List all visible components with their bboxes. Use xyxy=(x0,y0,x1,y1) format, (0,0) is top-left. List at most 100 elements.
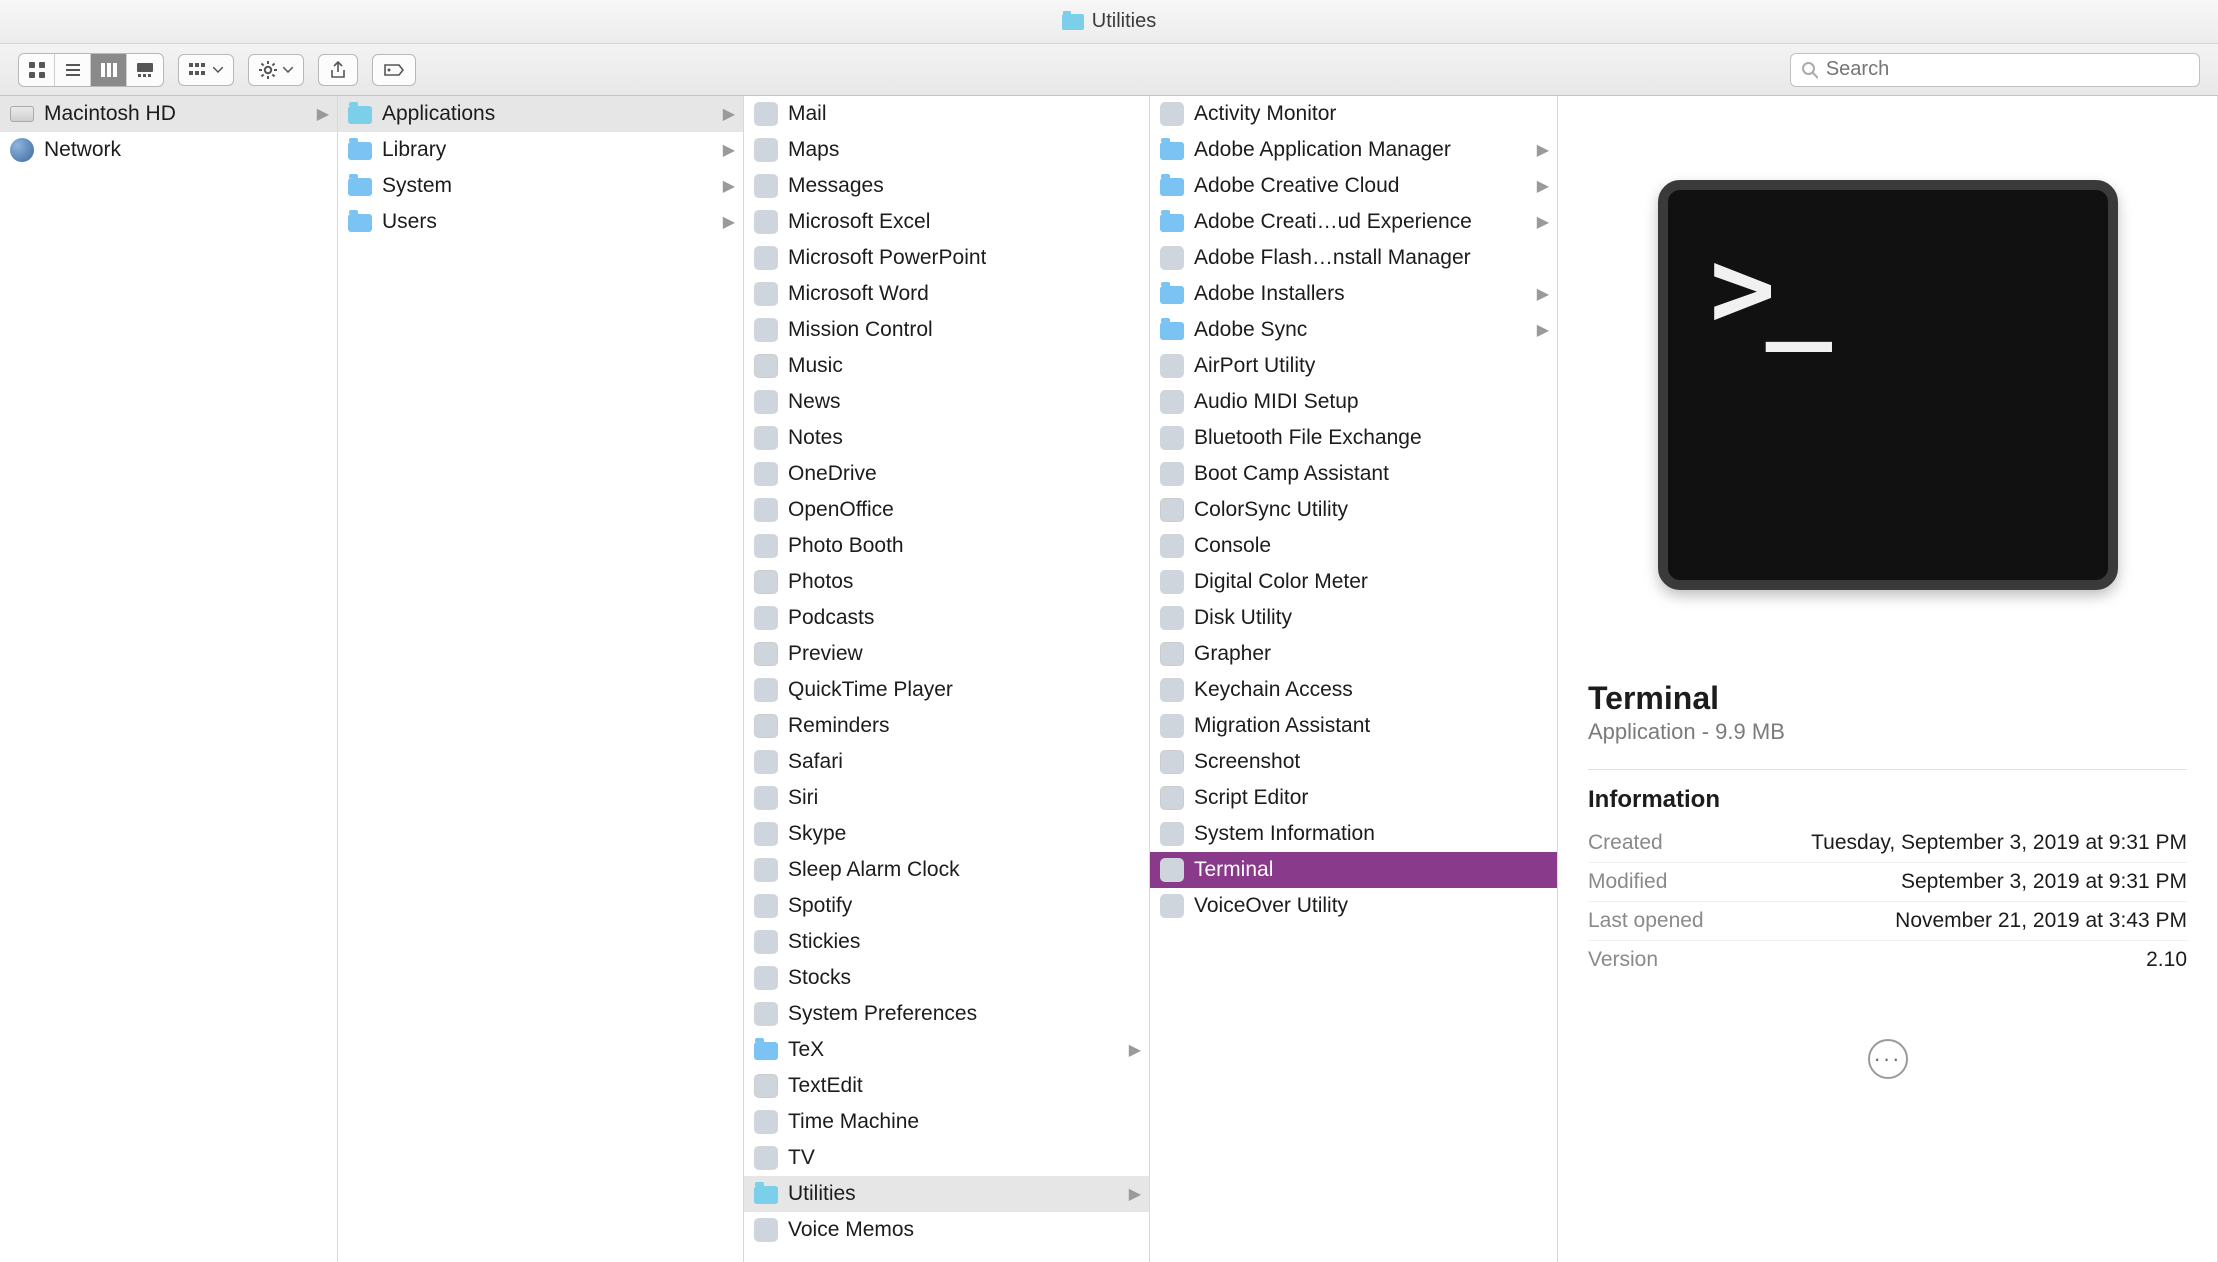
list-item[interactable]: OpenOffice xyxy=(744,492,1149,528)
item-label: Music xyxy=(788,354,843,378)
list-item[interactable]: News xyxy=(744,384,1149,420)
list-item[interactable]: Reminders xyxy=(744,708,1149,744)
app-icon xyxy=(754,930,778,954)
list-item[interactable]: Adobe Installers▶ xyxy=(1150,276,1557,312)
list-item[interactable]: Podcasts xyxy=(744,600,1149,636)
item-label: AirPort Utility xyxy=(1194,354,1315,378)
column-0[interactable]: Macintosh HD▶Network xyxy=(0,96,338,1262)
chevron-right-icon: ▶ xyxy=(723,140,735,160)
tags-button[interactable] xyxy=(372,54,416,86)
list-item[interactable]: Applications▶ xyxy=(338,96,743,132)
list-item[interactable]: OneDrive xyxy=(744,456,1149,492)
list-item[interactable]: Spotify xyxy=(744,888,1149,924)
list-item[interactable]: Time Machine xyxy=(744,1104,1149,1140)
list-item[interactable]: Adobe Creative Cloud▶ xyxy=(1150,168,1557,204)
list-item[interactable]: Siri xyxy=(744,780,1149,816)
group-by-button[interactable] xyxy=(178,54,234,86)
app-icon xyxy=(754,570,778,594)
list-item[interactable]: Microsoft Word xyxy=(744,276,1149,312)
list-item[interactable]: TeX▶ xyxy=(744,1032,1149,1068)
column-browser: Macintosh HD▶Network Applications▶Librar… xyxy=(0,96,2218,1262)
item-label: Utilities xyxy=(788,1182,856,1206)
list-item[interactable]: System Information xyxy=(1150,816,1557,852)
list-item[interactable]: Safari xyxy=(744,744,1149,780)
list-item[interactable]: Adobe Flash…nstall Manager xyxy=(1150,240,1557,276)
app-icon xyxy=(1160,390,1184,414)
list-item[interactable]: Microsoft Excel xyxy=(744,204,1149,240)
app-icon xyxy=(754,678,778,702)
list-item[interactable]: Keychain Access xyxy=(1150,672,1557,708)
app-icon xyxy=(754,282,778,306)
search-field[interactable] xyxy=(1790,53,2200,87)
list-item[interactable]: System▶ xyxy=(338,168,743,204)
more-button[interactable]: ··· xyxy=(1868,1039,1908,1079)
list-item[interactable]: Adobe Application Manager▶ xyxy=(1150,132,1557,168)
search-input[interactable] xyxy=(1826,58,2189,81)
view-column-button[interactable] xyxy=(91,54,127,86)
action-menu-button[interactable] xyxy=(248,54,304,86)
chevron-right-icon: ▶ xyxy=(1129,1040,1141,1060)
list-item[interactable]: Boot Camp Assistant xyxy=(1150,456,1557,492)
list-item[interactable]: Bluetooth File Exchange xyxy=(1150,420,1557,456)
list-item[interactable]: Users▶ xyxy=(338,204,743,240)
list-item[interactable]: Network xyxy=(0,132,337,168)
item-label: Microsoft PowerPoint xyxy=(788,246,986,270)
chevron-right-icon: ▶ xyxy=(1537,176,1549,196)
list-item[interactable]: Messages xyxy=(744,168,1149,204)
item-label: Adobe Flash…nstall Manager xyxy=(1194,246,1471,270)
list-item[interactable]: Photos xyxy=(744,564,1149,600)
list-item[interactable]: VoiceOver Utility xyxy=(1150,888,1557,924)
list-item[interactable]: System Preferences xyxy=(744,996,1149,1032)
list-item[interactable]: Screenshot xyxy=(1150,744,1557,780)
view-icon-button[interactable] xyxy=(19,54,55,86)
list-item[interactable]: Terminal xyxy=(1150,852,1557,888)
app-icon xyxy=(754,174,778,198)
gallery-icon xyxy=(136,61,154,79)
app-icon xyxy=(1160,750,1184,774)
list-item[interactable]: ColorSync Utility xyxy=(1150,492,1557,528)
list-item[interactable]: Preview xyxy=(744,636,1149,672)
list-item[interactable]: Stocks xyxy=(744,960,1149,996)
item-label: News xyxy=(788,390,841,414)
view-gallery-button[interactable] xyxy=(127,54,163,86)
list-item[interactable]: Migration Assistant xyxy=(1150,708,1557,744)
column-2[interactable]: MailMapsMessagesMicrosoft Excel Microsoft… xyxy=(744,96,1150,1262)
item-label: Console xyxy=(1194,534,1271,558)
item-label: Keychain Access xyxy=(1194,678,1353,702)
list-item[interactable]: Notes xyxy=(744,420,1149,456)
list-item[interactable]: Mission Control xyxy=(744,312,1149,348)
list-item[interactable]: AirPort Utility xyxy=(1150,348,1557,384)
share-button[interactable] xyxy=(318,54,358,86)
list-item[interactable]: Console xyxy=(1150,528,1557,564)
list-item[interactable]: Disk Utility xyxy=(1150,600,1557,636)
list-item[interactable]: Microsoft PowerPoint xyxy=(744,240,1149,276)
list-item[interactable]: Voice Memos xyxy=(744,1212,1149,1248)
list-item[interactable]: Adobe Creati…ud Experience▶ xyxy=(1150,204,1557,240)
list-item[interactable]: TextEdit xyxy=(744,1068,1149,1104)
list-item[interactable]: Stickies xyxy=(744,924,1149,960)
list-item[interactable]: Audio MIDI Setup xyxy=(1150,384,1557,420)
list-item[interactable]: TV xyxy=(744,1140,1149,1176)
column-1[interactable]: Applications▶Library▶System▶Users▶ xyxy=(338,96,744,1262)
folder-icon xyxy=(348,142,372,160)
list-item[interactable]: Maps xyxy=(744,132,1149,168)
list-item[interactable]: Photo Booth xyxy=(744,528,1149,564)
list-item[interactable]: Music xyxy=(744,348,1149,384)
list-item[interactable]: Library▶ xyxy=(338,132,743,168)
list-item[interactable]: Digital Color Meter xyxy=(1150,564,1557,600)
list-item[interactable]: Activity Monitor xyxy=(1150,96,1557,132)
list-item[interactable]: Grapher xyxy=(1150,636,1557,672)
list-item[interactable]: Skype xyxy=(744,816,1149,852)
column-3[interactable]: Activity MonitorAdobe Application Manage… xyxy=(1150,96,1558,1262)
list-item[interactable]: Utilities▶ xyxy=(744,1176,1149,1212)
view-list-button[interactable] xyxy=(55,54,91,86)
item-label: Reminders xyxy=(788,714,890,738)
item-label: Script Editor xyxy=(1194,786,1308,810)
list-item[interactable]: Macintosh HD▶ xyxy=(0,96,337,132)
list-item[interactable]: Adobe Sync▶ xyxy=(1150,312,1557,348)
info-key: Modified xyxy=(1588,870,1667,894)
list-item[interactable]: Script Editor xyxy=(1150,780,1557,816)
list-item[interactable]: Mail xyxy=(744,96,1149,132)
list-item[interactable]: QuickTime Player xyxy=(744,672,1149,708)
list-item[interactable]: Sleep Alarm Clock xyxy=(744,852,1149,888)
